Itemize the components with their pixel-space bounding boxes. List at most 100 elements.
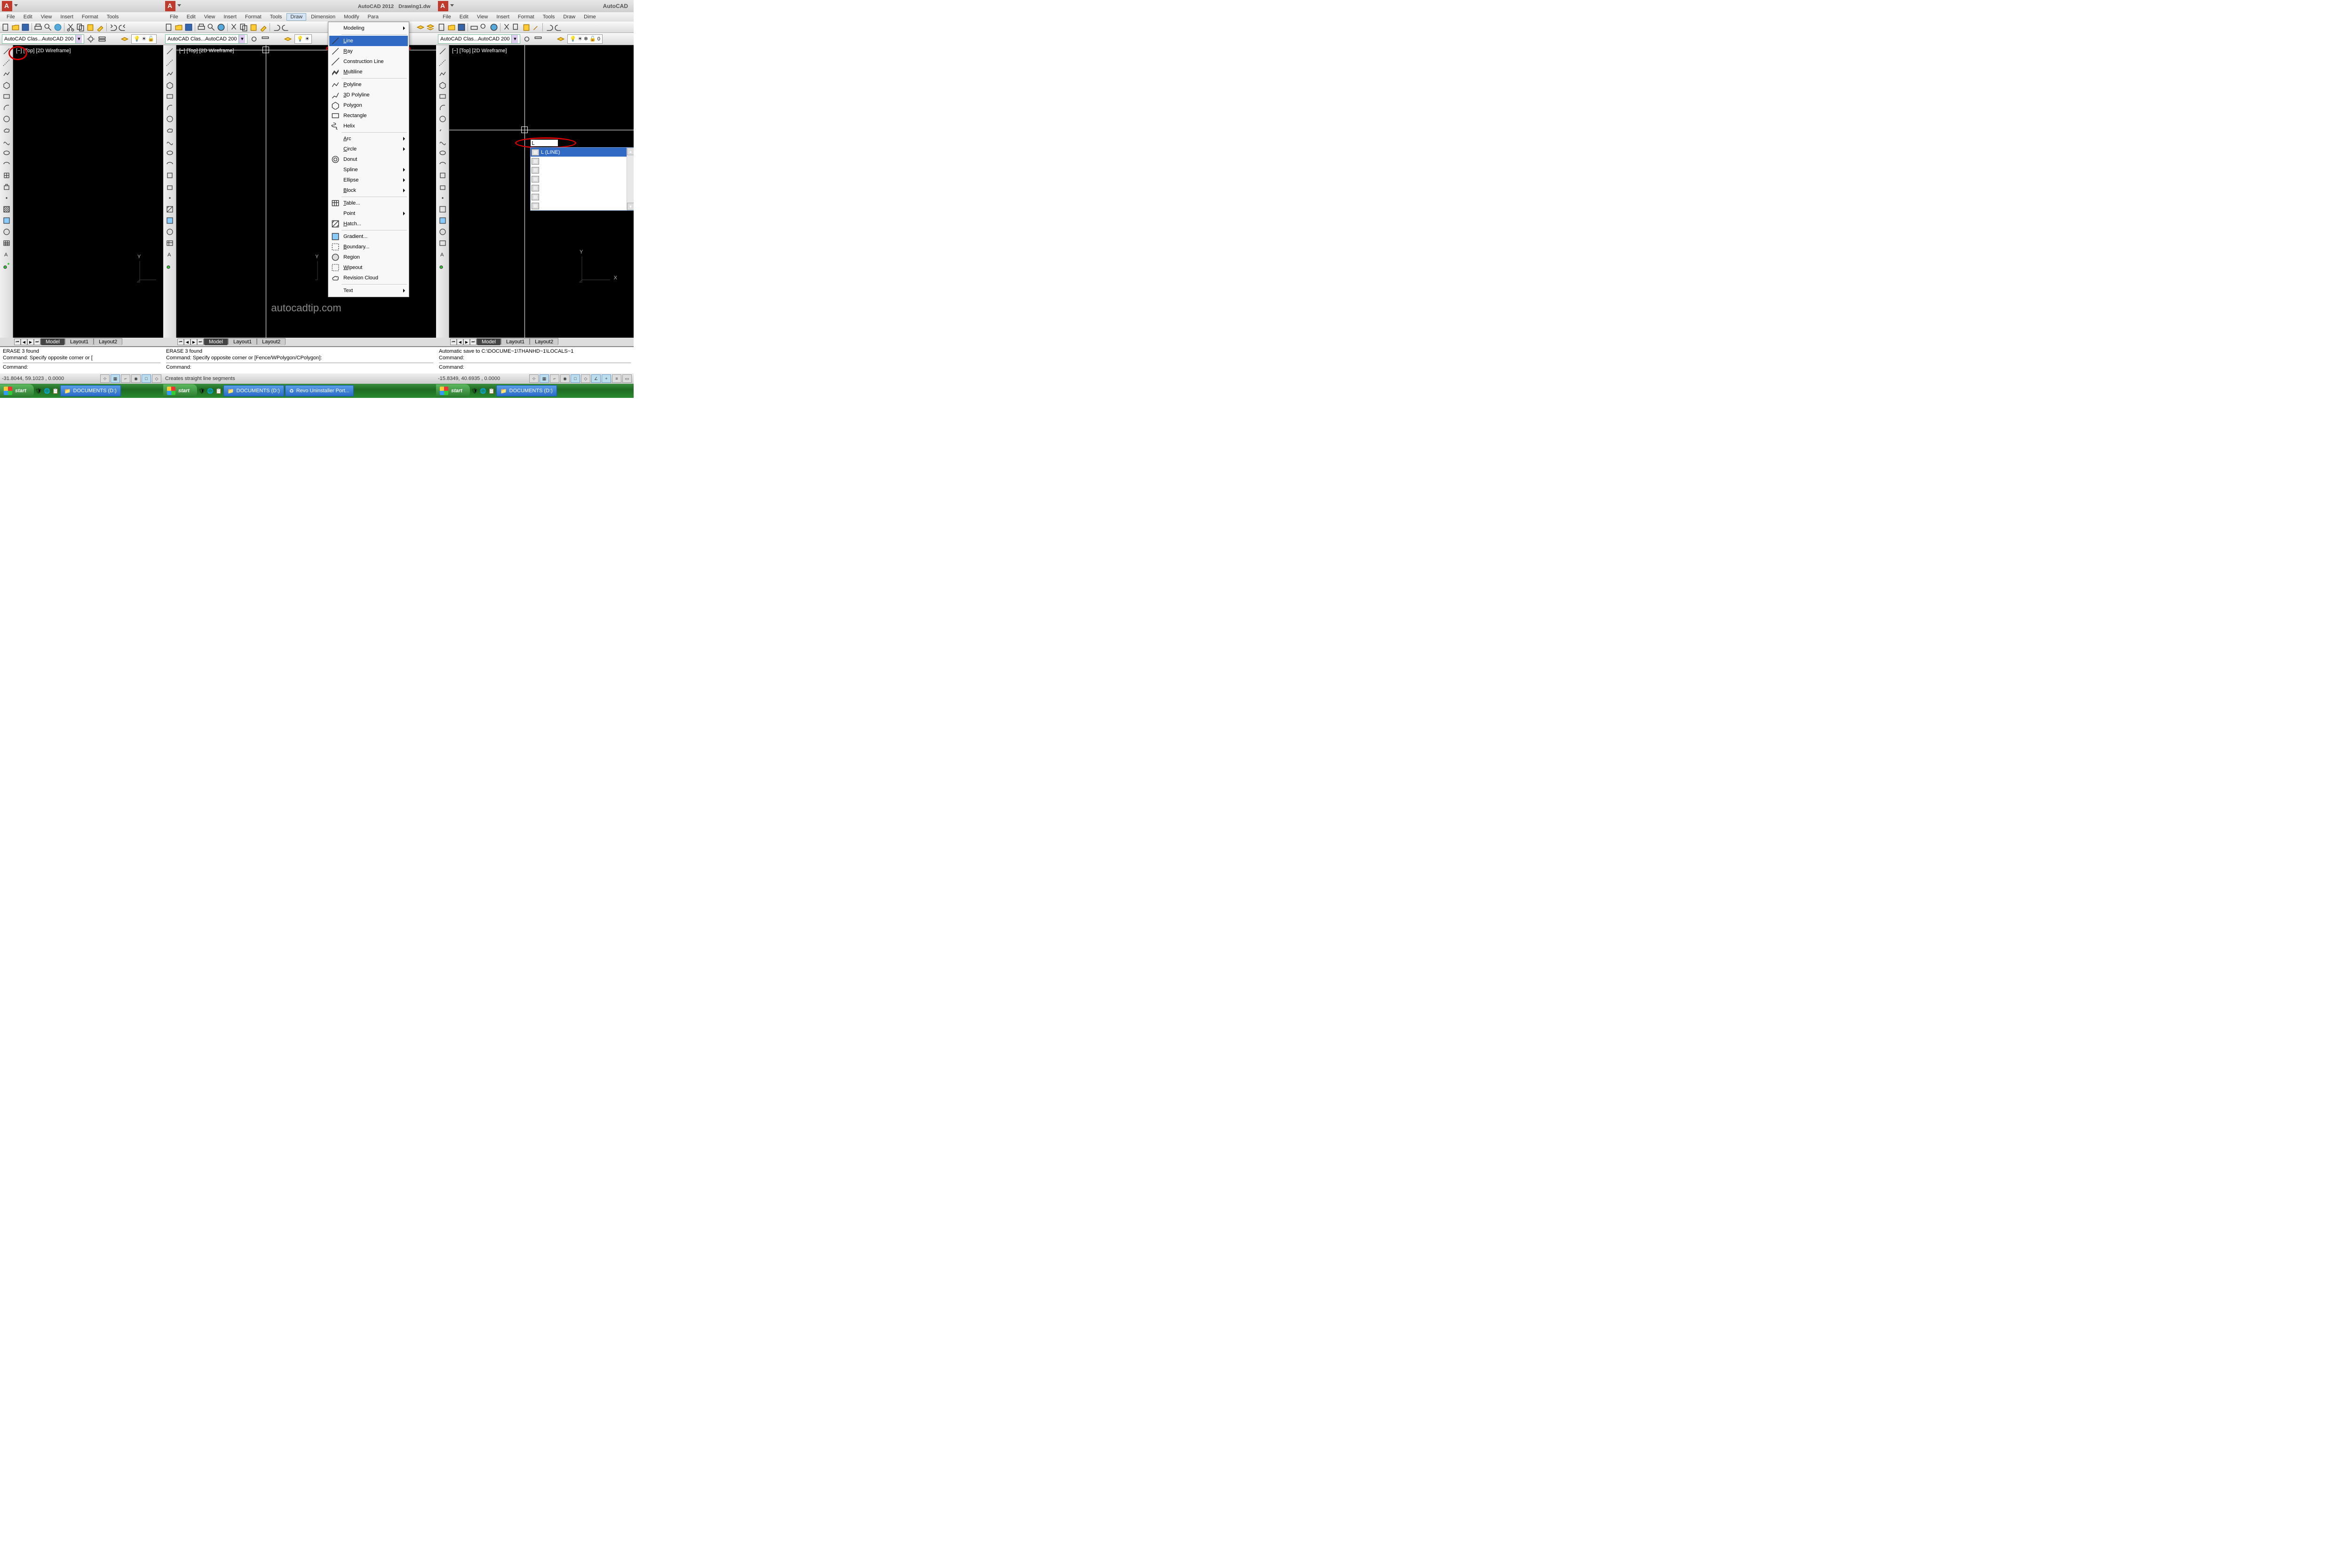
autocomplete-item[interactable]: ▧LASTPOINT — [531, 192, 634, 201]
app-menu-dropdown-icon[interactable] — [450, 4, 454, 8]
draw-menu-block[interactable]: Block — [329, 185, 408, 196]
line-tool-icon[interactable] — [1, 46, 12, 56]
tab-next-icon[interactable]: ▶ — [191, 339, 197, 345]
toolbar-icon[interactable] — [533, 34, 543, 44]
autocomplete-item[interactable]: ▧LAS (LAYERSTATE) — [531, 174, 634, 183]
match-prop-icon[interactable] — [259, 23, 268, 32]
tab-prev-icon[interactable]: ◀ — [457, 339, 463, 345]
mtext-tool-icon[interactable]: A — [1, 249, 12, 260]
tray-shield-icon[interactable]: 🛡 — [198, 387, 206, 395]
print-icon[interactable] — [469, 23, 479, 32]
menu-edit[interactable]: Edit — [183, 13, 199, 21]
new-icon[interactable] — [1, 23, 10, 32]
region-tool-icon[interactable] — [1, 227, 12, 237]
add-selected-icon[interactable] — [437, 261, 448, 271]
gradient-tool-icon[interactable] — [165, 215, 175, 226]
save-icon[interactable] — [184, 23, 193, 32]
tray-app-icon[interactable]: 📋 — [52, 387, 59, 395]
osnap-icon[interactable]: □ — [571, 374, 580, 383]
app-menu-dropdown-icon[interactable] — [14, 4, 18, 8]
hatch-tool-icon[interactable] — [165, 204, 175, 214]
line-tool-icon[interactable] — [437, 46, 448, 56]
arc-tool-icon[interactable] — [165, 103, 175, 113]
make-block-tool-icon[interactable] — [437, 182, 448, 192]
snap-icon[interactable]: ⊹ — [529, 374, 539, 383]
autocomplete-item[interactable]: ▧LASTPROMPT — [531, 201, 634, 210]
draw-menu-3d-polyline[interactable]: 3D Polyline — [329, 90, 408, 100]
tab-next-icon[interactable]: ▶ — [463, 339, 470, 345]
toolbar-icon[interactable] — [261, 34, 270, 44]
tab-layout1[interactable]: Layout1 — [65, 338, 94, 345]
hatch-tool-icon[interactable] — [437, 204, 448, 214]
point-tool-icon[interactable] — [165, 193, 175, 203]
scroll-up-icon[interactable]: ▲ — [627, 148, 634, 155]
dropdown-icon[interactable]: ▾ — [511, 35, 518, 43]
viewport-label[interactable]: [−] [Top] [2D Wireframe] — [16, 48, 71, 54]
circle-tool-icon[interactable] — [165, 114, 175, 124]
draw-menu-polygon[interactable]: Polygon — [329, 100, 408, 111]
tray-ie-icon[interactable]: 🌐 — [207, 387, 214, 395]
rectangle-tool-icon[interactable] — [437, 91, 448, 102]
polygon-tool-icon[interactable] — [1, 80, 12, 90]
coord-readout[interactable]: -31.8044, 59.1023 , 0.0000 — [2, 376, 99, 381]
open-icon[interactable] — [11, 23, 20, 32]
dropdown-icon[interactable]: ▾ — [75, 35, 82, 43]
redo-icon[interactable] — [281, 23, 291, 32]
tab-layout2[interactable]: Layout2 — [530, 338, 558, 345]
draw-menu-point[interactable]: Point — [329, 208, 408, 219]
start-button[interactable]: start — [436, 384, 470, 397]
paste-icon[interactable] — [249, 23, 258, 32]
draw-menu-revision-cloud[interactable]: Revision Cloud — [329, 273, 408, 283]
polyline-tool-icon[interactable] — [1, 69, 12, 79]
new-icon[interactable] — [437, 23, 446, 32]
match-prop-icon[interactable] — [95, 23, 105, 32]
publish-icon[interactable] — [216, 23, 226, 32]
autocomplete-item[interactable]: ▧L (LINE) — [531, 148, 634, 157]
grid-icon[interactable]: ▦ — [540, 374, 549, 383]
model-viewport[interactable]: [−] [Top] [2D Wireframe] Y — [13, 45, 163, 338]
insert-block-tool-icon[interactable] — [437, 170, 448, 181]
menu-dimension[interactable]: Dime — [580, 13, 600, 21]
line-tool-icon[interactable] — [165, 46, 175, 56]
menu-tools[interactable]: Tools — [103, 13, 123, 21]
undo-icon[interactable] — [108, 23, 118, 32]
ortho-icon[interactable]: ⌐ — [550, 374, 559, 383]
tab-first-icon[interactable]: ⏮ — [177, 339, 184, 345]
autocomplete-item[interactable]: ▧LASTANGLE — [531, 183, 634, 192]
start-button[interactable]: start — [0, 384, 34, 397]
publish-icon[interactable] — [53, 23, 63, 32]
tray-ie-icon[interactable]: 🌐 — [479, 387, 487, 395]
draw-menu-region[interactable]: Region — [329, 252, 408, 262]
draw-menu-gradient-[interactable]: Gradient... — [329, 231, 408, 242]
model-viewport[interactable]: [−] [Top] [2D Wireframe] ▧L (LINE)▧LA (L… — [449, 45, 634, 338]
circle-tool-icon[interactable] — [1, 114, 12, 124]
cut-icon[interactable] — [502, 23, 511, 32]
draw-menu-polyline[interactable]: Polyline — [329, 79, 408, 90]
scrollbar[interactable]: ▲ ▼ — [627, 148, 634, 210]
draw-menu-ellipse[interactable]: Ellipse — [329, 175, 408, 185]
gradient-tool-icon[interactable] — [1, 215, 12, 226]
open-icon[interactable] — [174, 23, 183, 32]
ellipse-tool-icon[interactable] — [1, 148, 12, 158]
tab-model[interactable]: Model — [477, 338, 501, 345]
spline-tool-icon[interactable] — [165, 136, 175, 147]
app-logo[interactable] — [438, 1, 448, 11]
taskbar-item-revo[interactable]: ♻ Revo Uninstaller Port... — [285, 385, 354, 396]
tpy-icon[interactable]: ▭ — [622, 374, 632, 383]
undo-icon[interactable] — [271, 23, 281, 32]
circle-tool-icon[interactable] — [437, 114, 448, 124]
xline-tool-icon[interactable] — [437, 57, 448, 68]
menu-format[interactable]: Format — [241, 13, 265, 21]
dynamic-input-field[interactable] — [530, 139, 558, 147]
autocomplete-list[interactable]: ▧L (LINE)▧LA (LAYER)▧LARGEOBJECTSUPPORT▧… — [530, 147, 634, 211]
dropdown-icon[interactable]: ▾ — [238, 35, 245, 43]
tab-first-icon[interactable]: ⏮ — [450, 339, 457, 345]
autocomplete-item[interactable]: ▧LA (LAYER) — [531, 157, 634, 166]
layer-manager-icon[interactable] — [283, 34, 293, 44]
menu-edit[interactable]: Edit — [456, 13, 472, 21]
draw-menu-donut[interactable]: Donut — [329, 154, 408, 165]
command-line[interactable]: ERASE 3 found Command: Specify opposite … — [0, 346, 163, 373]
spline-tool-icon[interactable] — [1, 136, 12, 147]
menu-file[interactable]: File — [3, 13, 19, 21]
menu-insert[interactable]: Insert — [493, 13, 513, 21]
